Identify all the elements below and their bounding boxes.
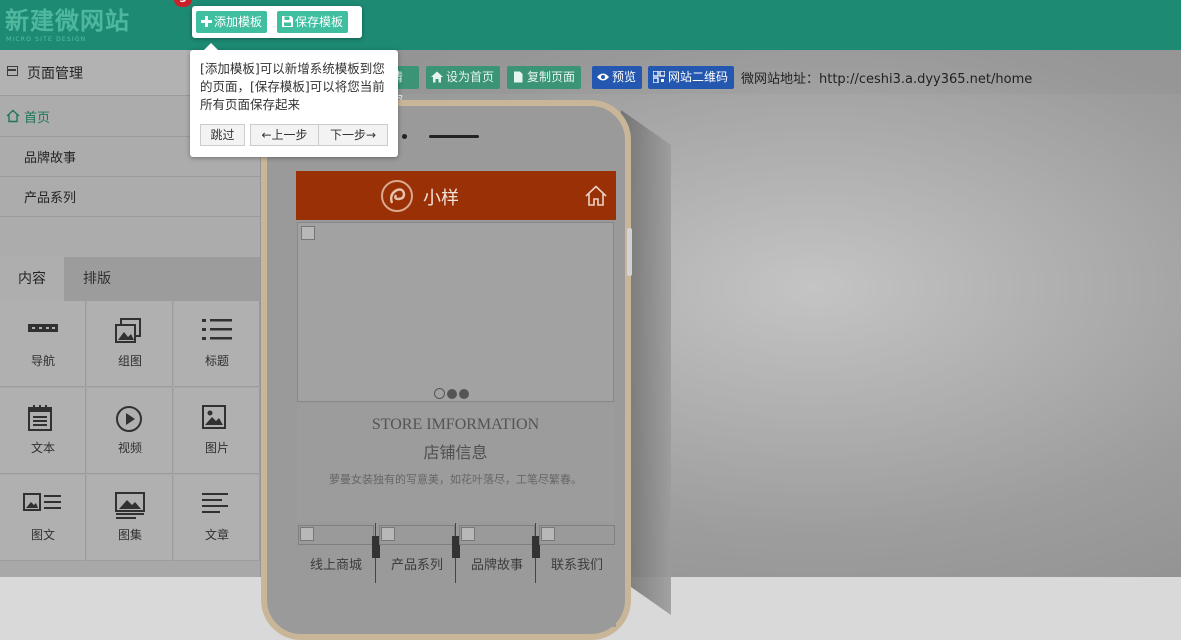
menu-item-label: 线上商城 (309, 558, 362, 573)
phone-screen: 小样 STORE IMFORMATION 店铺信息 萝曼女装独有的写意美，如花叶… (296, 171, 616, 627)
add-template-label: 添加模板 (214, 15, 263, 29)
set-home-label: 设为首页 (446, 70, 495, 84)
home-icon (431, 71, 443, 83)
site-logo: 新建微网站 (5, 7, 130, 35)
carousel-dot[interactable] (459, 389, 469, 399)
menu-image (459, 525, 535, 545)
guide-tooltip-text: [添加模板]可以新增系统模板到您的页面，[保存模板]可以将您当前所有页面保存起来 (200, 61, 385, 112)
menu-item-online-mall[interactable]: 线上商城 (296, 523, 374, 583)
menu-image (539, 525, 615, 545)
qrcode-icon (653, 71, 665, 83)
store-info-title-en: STORE IMFORMATION (371, 416, 540, 433)
copy-page-button[interactable]: 复制页面 (507, 66, 582, 89)
site-address: 微网站地址：http://ceshi3.a.dyy365.net/home (741, 72, 1033, 87)
menu-image (379, 525, 455, 545)
qrcode-label: 网站二维码 (668, 70, 729, 84)
next-step-button[interactable]: 下一步→ (318, 124, 388, 146)
broken-image-icon (381, 527, 395, 541)
brand-logo-icon (381, 180, 413, 212)
preview-label: 预览 (612, 70, 637, 84)
plus-icon (201, 16, 212, 27)
phone-side-button (627, 228, 632, 276)
mobile-site-title: 小样 (423, 188, 459, 209)
menu-item-label: 品牌故事 (470, 558, 523, 573)
preview-button[interactable]: 预览 (592, 66, 643, 89)
menu-item-label: 联系我们 (550, 558, 603, 573)
broken-image-icon (461, 527, 475, 541)
store-info-description: 萝曼女装独有的写意美，如花叶落尽，工笔尽繁春。 (329, 473, 582, 486)
guide-highlight-bar: 添加模板 保存模板 (192, 6, 362, 38)
guide-tooltip: [添加模板]可以新增系统模板到您的页面，[保存模板]可以将您当前所有页面保存起来… (190, 43, 398, 157)
save-template-button[interactable]: 保存模板 (277, 11, 349, 33)
save-template-label: 保存模板 (295, 15, 344, 29)
editor-canvas: 清空 设为首页 复制页面 预览 网站二维码 微网站地址：http://ceshi… (261, 50, 1181, 640)
page-toolbar: 清空 设为首页 复制页面 预览 网站二维码 微网站地址：http://ceshi… (261, 50, 1181, 107)
menu-item-contact-us[interactable]: 联系我们 (537, 523, 615, 583)
carousel-dot[interactable] (434, 388, 445, 399)
set-home-button[interactable]: 设为首页 (426, 66, 501, 89)
prev-step-button[interactable]: ←上一步 (250, 124, 319, 146)
carousel-banner[interactable] (297, 222, 614, 402)
phone-speaker (429, 135, 479, 138)
copy-page-label: 复制页面 (527, 70, 576, 84)
site-logo-subtitle: MICRO SITE DESIGN (6, 36, 87, 43)
add-template-button[interactable]: 添加模板 (196, 11, 268, 33)
mobile-site-header[interactable]: 小样 (296, 171, 616, 220)
broken-image-icon (301, 226, 315, 240)
top-header: 新建微网站 MICRO SITE DESIGN (0, 0, 1181, 50)
floppy-disk-icon (282, 16, 293, 27)
carousel-dots (434, 384, 471, 403)
menu-item-product-series[interactable]: 产品系列 (377, 523, 455, 583)
document-icon (514, 71, 523, 83)
store-info-section: STORE IMFORMATION 店铺信息 萝曼女装独有的写意美，如花叶落尽，… (297, 404, 614, 522)
broken-image-icon (541, 527, 555, 541)
phone-camera (402, 134, 407, 139)
eye-icon (597, 73, 609, 81)
home-icon[interactable] (584, 184, 608, 208)
menu-item-brand-story[interactable]: 品牌故事 (457, 523, 535, 583)
broken-image-icon (300, 527, 314, 541)
menu-image (298, 525, 374, 545)
menu-item-label: 产品系列 (390, 558, 443, 573)
skip-button[interactable]: 跳过 (200, 124, 245, 146)
store-info-title-cn: 店铺信息 (423, 443, 488, 462)
qrcode-button[interactable]: 网站二维码 (648, 66, 735, 89)
mobile-menu: 线上商城 产品系列 品牌故事 联系我们 (296, 523, 616, 583)
carousel-dot[interactable] (447, 389, 457, 399)
